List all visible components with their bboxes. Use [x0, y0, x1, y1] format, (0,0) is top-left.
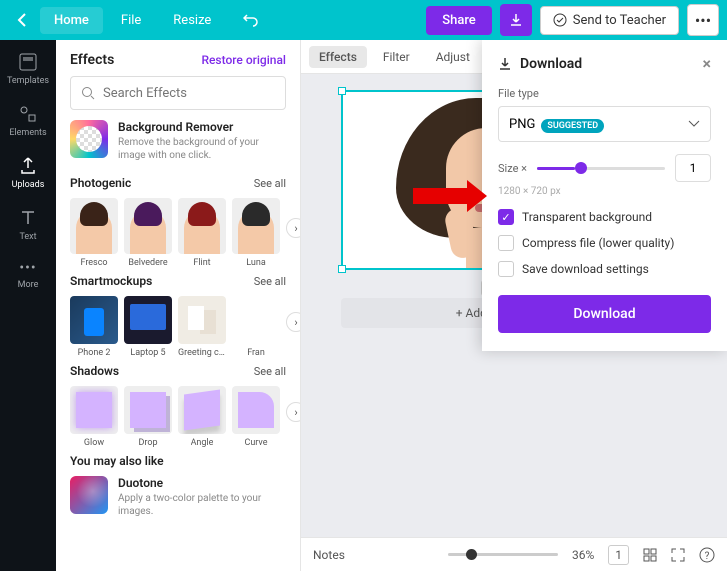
- checkbox-icon: [498, 261, 514, 277]
- filetype-select[interactable]: PNGSUGGESTED: [498, 106, 711, 142]
- send-to-teacher-button[interactable]: Send to Teacher: [540, 6, 679, 35]
- undo-button[interactable]: [229, 7, 273, 33]
- panel-title: Effects: [70, 52, 114, 68]
- download-button[interactable]: Download: [498, 295, 711, 333]
- search-effects[interactable]: [70, 76, 286, 110]
- side-rail: Templates Elements Uploads Text ••• More: [0, 40, 56, 571]
- effect-flint[interactable]: Flint: [178, 198, 226, 268]
- top-toolbar: Home File Resize Share Send to Teacher •…: [0, 0, 727, 40]
- rail-text[interactable]: Text: [18, 208, 38, 242]
- shadow-glow[interactable]: Glow: [70, 386, 118, 448]
- duotone-icon: [70, 476, 108, 514]
- section-photogenic: Photogenic: [70, 176, 131, 190]
- shadow-drop[interactable]: Drop: [124, 386, 172, 448]
- search-icon: [81, 86, 95, 100]
- page-indicator[interactable]: 1: [608, 545, 629, 565]
- mockup-phone2[interactable]: Phone 2: [70, 296, 118, 358]
- rail-more[interactable]: ••• More: [18, 260, 39, 290]
- checkbox-checked-icon: ✓: [498, 209, 514, 225]
- section-shadows: Shadows: [70, 364, 119, 378]
- notes-button[interactable]: Notes: [313, 548, 345, 562]
- file-menu[interactable]: File: [107, 7, 155, 34]
- rail-uploads[interactable]: Uploads: [12, 156, 45, 190]
- section-smartmockups: Smartmockups: [70, 274, 152, 288]
- mockup-laptop5[interactable]: Laptop 5: [124, 296, 172, 358]
- background-remover[interactable]: Background Remover Remove the background…: [70, 120, 286, 162]
- duotone-effect[interactable]: Duotone Apply a two-color palette to you…: [70, 476, 286, 518]
- rail-templates[interactable]: Templates: [7, 52, 49, 86]
- download-icon-button[interactable]: [500, 4, 532, 36]
- effect-belvedere[interactable]: Belvedere: [124, 198, 172, 268]
- photogenic-next[interactable]: ›: [286, 218, 300, 238]
- mockup-fran[interactable]: Fran: [232, 296, 280, 358]
- checkbox-icon: [498, 235, 514, 251]
- tab-effects[interactable]: Effects: [309, 46, 367, 68]
- svg-text:?: ?: [705, 551, 710, 562]
- size-input[interactable]: [675, 154, 711, 182]
- zoom-value: 36%: [572, 548, 594, 562]
- search-input[interactable]: [103, 86, 275, 101]
- shadow-angle[interactable]: Angle: [178, 386, 226, 448]
- size-slider[interactable]: [537, 167, 665, 170]
- close-download-panel[interactable]: ×: [703, 54, 712, 73]
- share-button[interactable]: Share: [426, 6, 492, 35]
- annotation-arrow: [413, 188, 469, 204]
- help-icon[interactable]: ?: [699, 547, 715, 563]
- section-also-like: You may also like: [70, 454, 164, 468]
- see-all-smartmockups[interactable]: See all: [254, 275, 286, 288]
- tab-adjust[interactable]: Adjust: [426, 46, 480, 68]
- shadow-curve[interactable]: Curve: [232, 386, 280, 448]
- check-circle-icon: [553, 13, 567, 27]
- download-panel: Download × File type PNGSUGGESTED Size ×…: [482, 40, 727, 351]
- download-icon: [498, 57, 512, 71]
- smartmockups-next[interactable]: ›: [286, 312, 300, 332]
- resize-menu[interactable]: Resize: [159, 7, 225, 34]
- tab-filter[interactable]: Filter: [373, 46, 420, 68]
- effects-panel: Effects Restore original Background Remo…: [56, 40, 301, 571]
- effect-luna[interactable]: Luna: [232, 198, 280, 268]
- grid-view-icon[interactable]: [643, 548, 657, 562]
- size-label: Size ×: [498, 162, 527, 175]
- see-all-shadows[interactable]: See all: [254, 365, 286, 378]
- footer-bar: Notes 36% 1 ?: [301, 537, 727, 571]
- home-button[interactable]: Home: [40, 7, 103, 34]
- mockup-greeting[interactable]: Greeting car...: [178, 296, 226, 358]
- zoom-slider[interactable]: [448, 553, 558, 556]
- more-button[interactable]: •••: [687, 4, 719, 36]
- fullscreen-icon[interactable]: [671, 548, 685, 562]
- see-all-photogenic[interactable]: See all: [254, 177, 286, 190]
- rail-elements[interactable]: Elements: [9, 104, 46, 138]
- save-settings-option[interactable]: Save download settings: [498, 261, 711, 277]
- restore-original-link[interactable]: Restore original: [201, 53, 286, 67]
- back-button[interactable]: [8, 6, 36, 34]
- dimensions-text: 1280 × 720 px: [498, 186, 711, 197]
- chevron-down-icon: [688, 120, 700, 128]
- canvas-area: Effects Filter Adjust Cr ⟳ + Add page No…: [301, 40, 727, 571]
- filetype-label: File type: [498, 87, 711, 100]
- compress-option[interactable]: Compress file (lower quality): [498, 235, 711, 251]
- effect-fresco[interactable]: Fresco: [70, 198, 118, 268]
- shadows-next[interactable]: ›: [286, 402, 300, 422]
- transparent-bg-option[interactable]: ✓ Transparent background: [498, 209, 711, 225]
- background-remover-icon: [70, 120, 108, 158]
